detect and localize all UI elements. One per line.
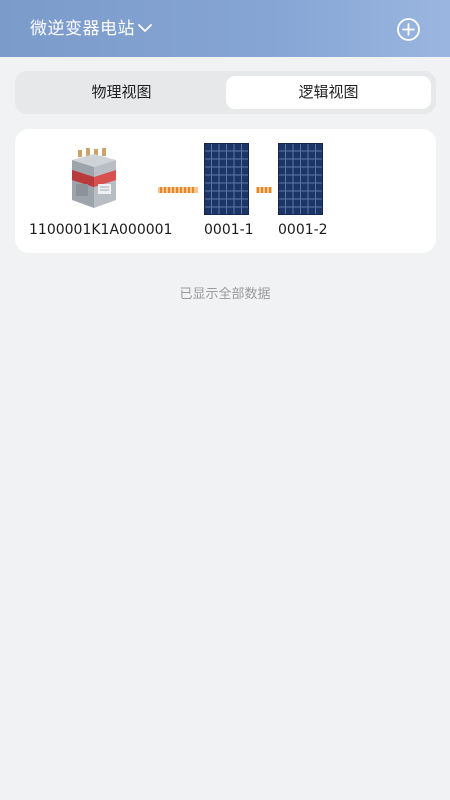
app-header: 微逆变器电站	[0, 0, 450, 57]
all-data-loaded-text: 已显示全部数据	[179, 287, 271, 302]
connector-line	[158, 187, 198, 193]
tab-physical-view[interactable]: 物理视图	[19, 76, 224, 109]
station-selector-label[interactable]: 微逆变器电站	[30, 18, 135, 40]
solar-panel-icon[interactable]	[278, 143, 323, 215]
inverter-serial-label: 1100001K1A000001	[29, 222, 173, 238]
topology-card: 1100001K1A000001 0001-1 0001-2	[15, 129, 436, 253]
chevron-down-icon[interactable]	[137, 20, 153, 36]
solar-panel-icon[interactable]	[204, 143, 249, 215]
tab-logical-view[interactable]: 逻辑视图	[226, 76, 431, 109]
view-switch: 物理视图 逻辑视图	[15, 71, 436, 114]
connector-line	[256, 187, 272, 193]
panel-label: 0001-1	[204, 222, 254, 238]
micro-inverter-icon[interactable]	[68, 146, 120, 212]
panel-label: 0001-2	[278, 222, 328, 238]
add-station-icon[interactable]	[396, 17, 421, 42]
